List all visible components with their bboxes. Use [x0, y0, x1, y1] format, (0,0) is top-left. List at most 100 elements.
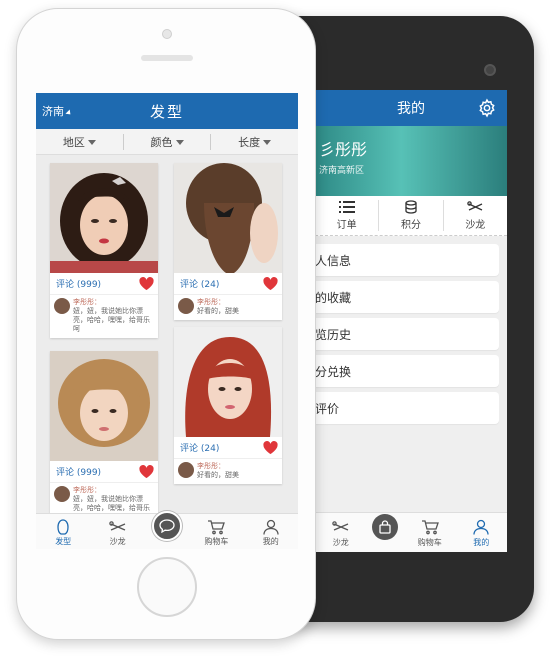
profile-location: 济南高新区 — [319, 166, 365, 176]
page-title: 我的 — [397, 101, 425, 117]
hairstyle-grid: 评论 (999) 李彤彤： 妞，妞，我说她比你漂亮，哈哈，嘿嘿，给哥乐呵 评论 … — [36, 155, 298, 526]
nav-label: 沙龙 — [332, 538, 349, 547]
hairstyle-photo — [50, 351, 158, 461]
chat-button[interactable] — [151, 511, 182, 541]
filter-label: 地区 — [62, 135, 85, 149]
avatar — [54, 298, 70, 314]
comment-text: 好看的，甜美 — [197, 471, 239, 479]
comment-count[interactable]: 评论 (24) — [180, 441, 219, 454]
iphone-bottom-nav: 发型 沙龙 购物车 我的 — [36, 511, 298, 549]
comment-text: 妞，妞，我说她比你漂亮，哈哈，嘿嘿，给哥乐呵 — [73, 307, 150, 333]
nav-label: 购物车 — [204, 537, 229, 546]
heart-icon[interactable] — [263, 440, 278, 455]
cart-icon — [208, 520, 226, 535]
heart-icon[interactable] — [263, 276, 278, 291]
tab-salon[interactable]: 沙龙 — [444, 200, 507, 231]
nav-cart[interactable]: 购物车 — [196, 519, 236, 547]
home-button[interactable] — [137, 557, 197, 617]
nav-label: 我的 — [262, 537, 279, 546]
menu-item-points-exchange[interactable]: 分兑换 — [315, 355, 499, 387]
comment-count[interactable]: 评论 (999) — [56, 277, 101, 290]
nav-label: 我的 — [473, 538, 490, 547]
profile-name: 彡彤彤 — [319, 140, 368, 159]
camera-icon — [484, 64, 496, 76]
nav-mine[interactable]: 我的 — [461, 519, 501, 548]
coins-icon — [405, 200, 417, 214]
app-showcase: 我的 彡彤彤 济南高新区 订单 积分 沙龙 人信息 的收藏 览历史 分兑换 评价… — [0, 0, 550, 660]
comment-row: 评论 (999) — [50, 273, 158, 295]
latest-comment: 李彤彤： 好看的，甜美 — [174, 295, 282, 320]
list-icon — [338, 201, 355, 213]
comment-row: 评论 (999) — [50, 461, 158, 483]
comment-user: 李彤彤： — [197, 462, 225, 470]
iphone: 济南 发型 地区 颜色 长度 评论 (999) 李彤彤： 妞，妞，我说她比你漂亮… — [16, 8, 316, 640]
tab-label: 沙龙 — [465, 220, 486, 231]
tab-points[interactable]: 积分 — [379, 200, 444, 231]
comment-count[interactable]: 评论 (999) — [56, 465, 101, 478]
comment-row: 评论 (24) — [174, 437, 282, 459]
bag-button[interactable] — [372, 514, 399, 540]
city-selector[interactable]: 济南 — [42, 103, 72, 119]
hairstyle-photo — [50, 163, 158, 273]
page-title: 发型 — [149, 102, 184, 121]
nav-label: 发型 — [55, 537, 72, 546]
menu-item-reviews[interactable]: 评价 — [315, 392, 499, 424]
speaker-grille — [141, 55, 193, 61]
menu-item-history[interactable]: 览历史 — [315, 318, 499, 350]
hairstyle-card[interactable]: 评论 (24) 李彤彤： 好看的，甜美 — [174, 163, 282, 320]
caret-down-icon — [263, 140, 272, 145]
person-icon — [473, 519, 489, 535]
android-bottom-nav: 沙龙 购物车 我的 — [315, 512, 507, 552]
android-header: 我的 — [315, 90, 507, 126]
heart-icon[interactable] — [139, 464, 154, 479]
filter-color[interactable]: 颜色 — [124, 133, 212, 150]
profile-tabs: 订单 积分 沙龙 — [315, 196, 507, 236]
hair-icon — [57, 519, 69, 535]
caret-down-icon — [87, 140, 96, 145]
profile-banner: 彡彤彤 济南高新区 — [315, 126, 507, 196]
caret-down-icon — [175, 140, 184, 145]
avatar — [54, 486, 70, 502]
filter-region[interactable]: 地区 — [36, 133, 124, 150]
menu-item-favorites[interactable]: 的收藏 — [315, 281, 499, 313]
tab-orders[interactable]: 订单 — [315, 200, 380, 231]
nav-label: 沙龙 — [109, 537, 126, 546]
nav-hairstyle[interactable]: 发型 — [43, 519, 83, 547]
camera-icon — [162, 29, 172, 39]
tab-label: 积分 — [400, 220, 421, 231]
nav-mine[interactable]: 我的 — [251, 519, 291, 547]
scissors-icon — [108, 521, 125, 531]
hairstyle-card[interactable]: 评论 (999) 李彤彤：妞，妞，我说她比你漂亮，哈哈，嘿嘿，给哥乐呵 — [50, 351, 158, 526]
iphone-header: 济南 发型 — [36, 93, 298, 129]
profile-menu: 人信息 的收藏 览历史 分兑换 评价 — [315, 236, 507, 424]
hairstyle-card[interactable]: 评论 (24) 李彤彤： 好看的，甜美 — [174, 327, 282, 484]
tab-label: 订单 — [336, 220, 357, 231]
filter-length[interactable]: 长度 — [211, 134, 298, 150]
latest-comment: 李彤彤： 好看的，甜美 — [174, 459, 282, 484]
hairstyle-card[interactable]: 评论 (999) 李彤彤：妞，妞，我说她比你漂亮，哈哈，嘿嘿，给哥乐呵 — [50, 163, 158, 338]
nav-salon[interactable]: 沙龙 — [98, 519, 138, 547]
avatar — [178, 298, 194, 314]
hairstyle-photo — [174, 327, 282, 437]
comment-user: 李彤彤： — [197, 298, 225, 306]
hairstyle-photo — [174, 163, 282, 273]
nav-salon[interactable]: 沙龙 — [321, 519, 361, 548]
comment-count[interactable]: 评论 (24) — [180, 277, 219, 290]
iphone-screen: 济南 发型 地区 颜色 长度 评论 (999) 李彤彤： 妞，妞，我说她比你漂亮… — [36, 93, 298, 549]
heart-icon[interactable] — [139, 276, 154, 291]
android-screen: 我的 彡彤彤 济南高新区 订单 积分 沙龙 人信息 的收藏 览历史 分兑换 评价… — [315, 90, 507, 552]
comment-text: 好看的，甜美 — [197, 307, 239, 315]
person-icon — [263, 519, 279, 535]
filter-bar: 地区 颜色 长度 — [36, 129, 298, 155]
nav-cart[interactable]: 购物车 — [410, 519, 450, 548]
comment-row: 评论 (24) — [174, 273, 282, 295]
menu-item-info[interactable]: 人信息 — [315, 244, 499, 276]
gear-icon[interactable] — [477, 98, 497, 118]
cart-icon — [421, 520, 439, 535]
comment-user: 李彤彤： — [73, 298, 101, 306]
latest-comment: 李彤彤：妞，妞，我说她比你漂亮，哈哈，嘿嘿，给哥乐呵 — [50, 295, 158, 338]
nav-label: 购物车 — [417, 538, 442, 547]
avatar — [178, 462, 194, 478]
comment-user: 李彤彤： — [73, 486, 101, 494]
bag-icon — [379, 520, 391, 534]
